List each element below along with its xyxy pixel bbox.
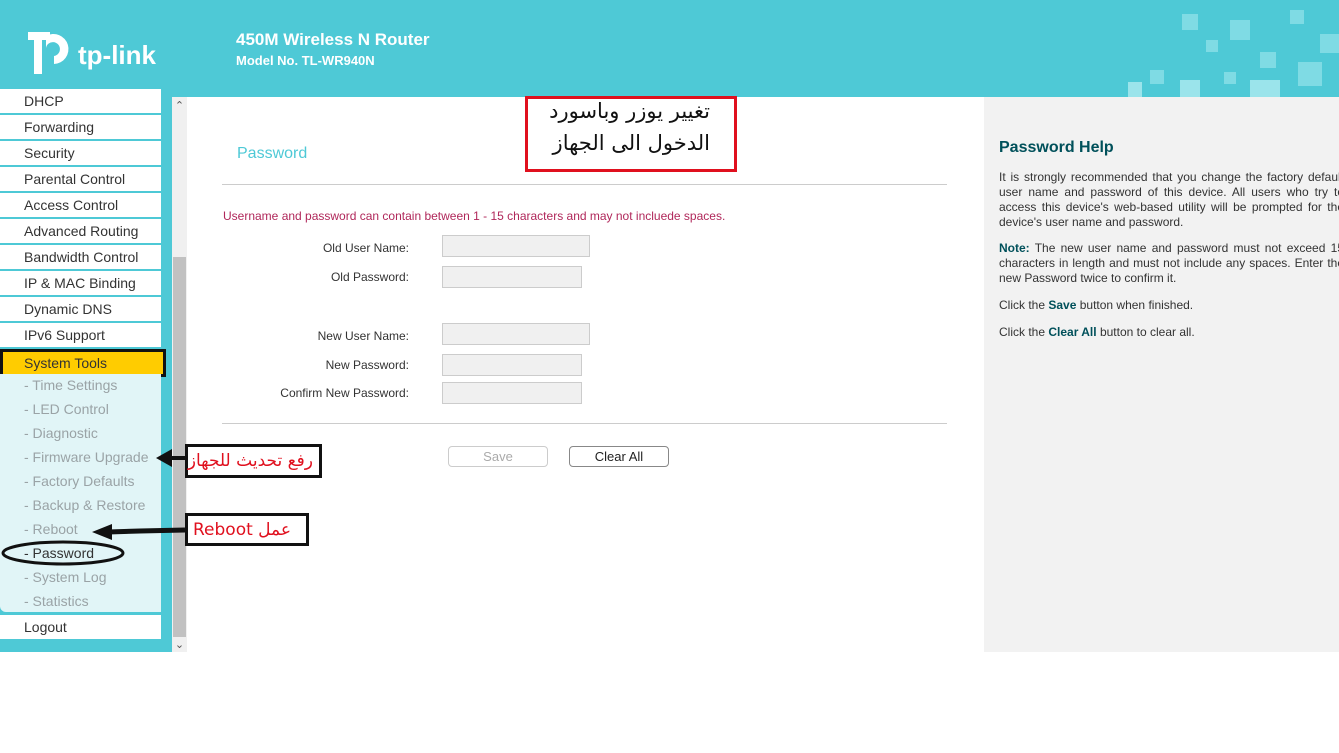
submenu-led-control[interactable]: - LED Control	[24, 398, 109, 420]
help-note-label: Note:	[999, 241, 1030, 255]
old-password-input[interactable]	[442, 266, 582, 288]
old-user-name-label: Old User Name:	[322, 241, 409, 255]
sidebar-item-system-tools[interactable]: System Tools	[0, 349, 166, 377]
new-password-label: New Password:	[325, 358, 409, 372]
annotation-reboot: Reboot عمل	[185, 513, 309, 546]
annotation-firmware: رفع تحديث للجهاز	[185, 444, 322, 478]
annotation-credentials: تغيير يوزر وباسورد الدخول الى الجهاز	[525, 96, 737, 172]
help-save-tip: Click the Save button when finished.	[999, 298, 1339, 313]
help-save-post: button when finished.	[1076, 298, 1194, 312]
brand-name: tp-link	[78, 40, 156, 70]
clear-all-button[interactable]: Clear All	[569, 446, 669, 467]
sidebar-item-advanced-routing[interactable]: Advanced Routing	[0, 219, 161, 243]
sidebar-item-logout[interactable]: Logout	[0, 615, 161, 639]
old-user-name-input[interactable]	[442, 235, 590, 257]
help-clear-tip: Click the Clear All button to clear all.	[999, 325, 1339, 340]
submenu-system-log[interactable]: - System Log	[24, 566, 106, 588]
help-clear-pre: Click the	[999, 325, 1049, 339]
annotation-reboot-text: Reboot عمل	[193, 520, 292, 540]
router-title: 450M Wireless N Router	[236, 30, 430, 49]
help-clear-word: Clear All	[1048, 325, 1097, 339]
tp-link-logo-icon	[28, 32, 69, 74]
scroll-down-icon[interactable]: ⌄	[172, 638, 187, 652]
submenu-firmware-upgrade[interactable]: - Firmware Upgrade	[24, 446, 148, 468]
divider-top	[222, 184, 947, 185]
divider-bottom	[222, 423, 947, 424]
tp-link-logo: tp-link	[24, 26, 164, 78]
annotation-credentials-line1: تغيير يوزر وباسورد	[549, 99, 710, 123]
confirm-password-label: Confirm New Password:	[280, 386, 409, 400]
annotation-credentials-line2: الدخول الى الجهاز	[552, 131, 710, 155]
new-user-name-label: New User Name:	[317, 329, 409, 343]
router-model: Model No. TL-WR940N	[236, 53, 375, 68]
sidebar-item-access-control[interactable]: Access Control	[0, 193, 161, 217]
help-paragraph: It is strongly recommended that you chan…	[999, 170, 1339, 229]
password-rule-hint: Username and password can contain betwee…	[223, 209, 726, 223]
submenu-reboot[interactable]: - Reboot	[24, 518, 78, 540]
sidebar-item-ipv6-support[interactable]: IPv6 Support	[0, 323, 161, 347]
sidebar-item-security[interactable]: Security	[0, 141, 161, 165]
sidebar-item-dynamic-dns[interactable]: Dynamic DNS	[0, 297, 161, 321]
sidebar-item-bandwidth-control[interactable]: Bandwidth Control	[0, 245, 161, 269]
sidebar-item-dhcp[interactable]: DHCP	[0, 89, 161, 113]
help-title: Password Help	[999, 139, 1114, 156]
help-clear-post: button to clear all.	[1096, 325, 1195, 339]
save-button[interactable]: Save	[448, 446, 548, 467]
confirm-password-input[interactable]	[442, 382, 582, 404]
main-content: Password Username and password can conta…	[187, 97, 984, 652]
submenu-statistics[interactable]: - Statistics	[24, 590, 89, 612]
submenu-diagnostic[interactable]: - Diagnostic	[24, 422, 98, 444]
new-user-name-input[interactable]	[442, 323, 590, 345]
sidebar-item-parental-control[interactable]: Parental Control	[0, 167, 161, 191]
help-note-text: The new user name and password must not …	[999, 241, 1339, 285]
annotation-firmware-text: رفع تحديث للجهاز	[187, 451, 313, 471]
submenu-password[interactable]: - Password	[24, 542, 94, 564]
sidebar-menu: DHCP Forwarding Security Parental Contro…	[0, 89, 172, 652]
old-password-label: Old Password:	[330, 270, 409, 284]
sidebar-scrollbar[interactable]: ⌃ ⌄	[172, 97, 187, 652]
submenu-backup-restore[interactable]: - Backup & Restore	[24, 494, 145, 516]
page-title: Password	[237, 145, 308, 162]
sidebar-item-ip-mac-binding[interactable]: IP & MAC Binding	[0, 271, 161, 295]
system-tools-submenu: - Time Settings - LED Control - Diagnost…	[0, 374, 161, 612]
sidebar-item-forwarding[interactable]: Forwarding	[0, 115, 161, 139]
header-banner: tp-link 450M Wireless N Router Model No.…	[0, 0, 1339, 97]
submenu-time-settings[interactable]: - Time Settings	[24, 374, 117, 396]
new-password-input[interactable]	[442, 354, 582, 376]
header-decoration-icon	[1128, 10, 1339, 97]
help-save-pre: Click the	[999, 298, 1049, 312]
help-panel: Password Help It is strongly recommended…	[984, 97, 1339, 652]
submenu-factory-defaults[interactable]: - Factory Defaults	[24, 470, 134, 492]
help-save-word: Save	[1048, 298, 1077, 312]
help-note: Note: The new user name and password mus…	[999, 241, 1339, 286]
scroll-up-icon[interactable]: ⌃	[172, 99, 187, 113]
